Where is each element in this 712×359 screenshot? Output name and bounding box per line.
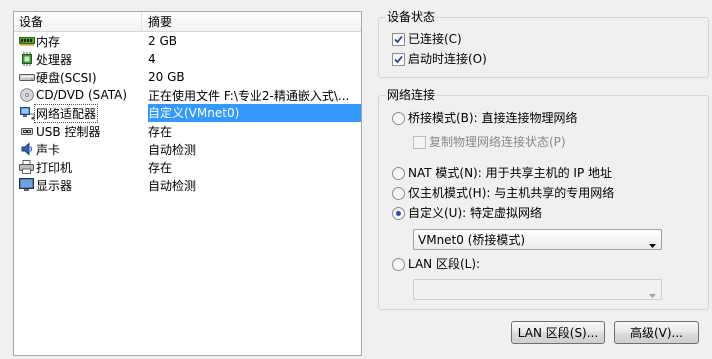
connect-at-power-on-label: 启动时连接(O) <box>408 52 487 66</box>
radio-unselected-icon <box>392 111 405 125</box>
memory-icon <box>18 34 35 48</box>
radio-selected-icon <box>392 206 405 220</box>
device-row-usb-controller[interactable]: USB 控制器 存在 <box>14 122 361 140</box>
dropdown-arrow-icon <box>649 237 656 251</box>
processor-icon <box>18 52 35 66</box>
nat-radio[interactable]: NAT 模式(N): 用于共享主机的 IP 地址 <box>392 165 612 181</box>
device-list: 设备 摘要 内存 2 GB 处理器 4 硬盘(SCSI) 20 GB CD/DV… <box>13 11 362 356</box>
hard-disk-icon <box>18 70 35 84</box>
cd-dvd-icon <box>18 88 35 102</box>
radio-unselected-icon <box>392 166 405 180</box>
device-name: CD/DVD (SATA) <box>36 88 128 102</box>
device-summary: 存在 <box>148 160 173 175</box>
device-name: 网络适配器 <box>34 103 99 123</box>
dropdown-arrow-icon <box>649 287 656 301</box>
lan-segment-label: LAN 区段(L): <box>408 257 481 271</box>
network-adapter-icon <box>18 106 35 120</box>
custom-network-value: VMnet0 (桥接模式) <box>418 233 526 247</box>
device-name: USB 控制器 <box>36 124 101 139</box>
replicate-physical-state-checkbox[interactable]: 复制物理网络连接状态(P) <box>413 134 566 150</box>
lan-segment-radio[interactable]: LAN 区段(L): <box>392 256 480 272</box>
connected-label: 已连接(C) <box>408 32 462 46</box>
nat-label: NAT 模式(N): 用于共享主机的 IP 地址 <box>408 166 613 180</box>
lan-segments-button[interactable]: LAN 区段(S)... <box>511 321 605 344</box>
printer-icon <box>18 160 35 174</box>
device-summary: 2 GB <box>148 34 177 48</box>
custom-label: 自定义(U): 特定虚拟网络 <box>408 206 543 220</box>
device-column-header[interactable]: 设备 <box>14 12 142 31</box>
device-row-cd-dvd[interactable]: CD/DVD (SATA) 正在使用文件 F:\专业2-精通嵌入式\... <box>14 86 361 104</box>
network-connection-title: 网络连接 <box>385 88 438 102</box>
bridged-radio[interactable]: 桥接模式(B): 直接连接物理网络 <box>392 110 577 126</box>
device-name: 内存 <box>36 34 61 49</box>
radio-unselected-icon <box>392 186 405 200</box>
host-only-label: 仅主机模式(H): 与主机共享的专用网络 <box>408 186 615 200</box>
bridged-label: 桥接模式(B): 直接连接物理网络 <box>408 111 578 125</box>
device-summary: 存在 <box>148 124 173 139</box>
checkmark-icon <box>392 52 405 66</box>
device-row-printer[interactable]: 打印机 存在 <box>14 158 361 176</box>
device-name: 打印机 <box>36 160 73 175</box>
device-summary: 4 <box>148 52 156 66</box>
device-name: 硬盘(SCSI) <box>36 70 97 85</box>
device-name: 处理器 <box>36 52 73 67</box>
connect-at-power-on-checkbox[interactable]: 启动时连接(O) <box>392 51 487 67</box>
device-list-header: 设备 摘要 <box>14 12 361 32</box>
device-row-network-adapter[interactable]: 网络适配器 自定义(VMnet0) <box>14 103 361 123</box>
connected-checkbox[interactable]: 已连接(C) <box>392 31 462 47</box>
replicate-physical-state-label: 复制物理网络连接状态(P) <box>429 135 566 149</box>
network-connection-group: 网络连接 <box>378 88 709 310</box>
device-summary: 正在使用文件 F:\专业2-精通嵌入式\... <box>148 88 350 103</box>
display-icon <box>18 178 35 192</box>
device-row-display[interactable]: 显示器 自动检测 <box>14 176 361 194</box>
device-row-sound-card[interactable]: 声卡 自动检测 <box>14 140 361 158</box>
summary-column-header[interactable]: 摘要 <box>142 12 361 31</box>
advanced-button[interactable]: 高级(V)... <box>614 321 699 344</box>
device-row-processor[interactable]: 处理器 4 <box>14 50 361 68</box>
lan-segment-select[interactable] <box>413 279 662 300</box>
device-row-memory[interactable]: 内存 2 GB <box>14 32 361 50</box>
device-status-title: 设备状态 <box>385 10 438 24</box>
custom-radio[interactable]: 自定义(U): 特定虚拟网络 <box>392 205 542 221</box>
device-summary: 自定义(VMnet0) <box>148 104 361 122</box>
device-name: 声卡 <box>36 142 61 157</box>
device-summary: 20 GB <box>148 70 185 84</box>
device-summary: 自动检测 <box>148 178 197 193</box>
device-status-group: 设备状态 <box>378 10 709 78</box>
checkbox-unchecked-icon <box>413 135 426 149</box>
custom-network-select[interactable]: VMnet0 (桥接模式) <box>413 229 662 250</box>
host-only-radio[interactable]: 仅主机模式(H): 与主机共享的专用网络 <box>392 185 614 201</box>
radio-unselected-icon <box>392 257 405 271</box>
device-summary: 自动检测 <box>148 142 197 157</box>
sound-card-icon <box>18 142 35 156</box>
usb-icon <box>18 124 35 138</box>
device-name: 显示器 <box>36 178 73 193</box>
device-row-hard-disk[interactable]: 硬盘(SCSI) 20 GB <box>14 68 361 86</box>
checkmark-icon <box>392 32 405 46</box>
